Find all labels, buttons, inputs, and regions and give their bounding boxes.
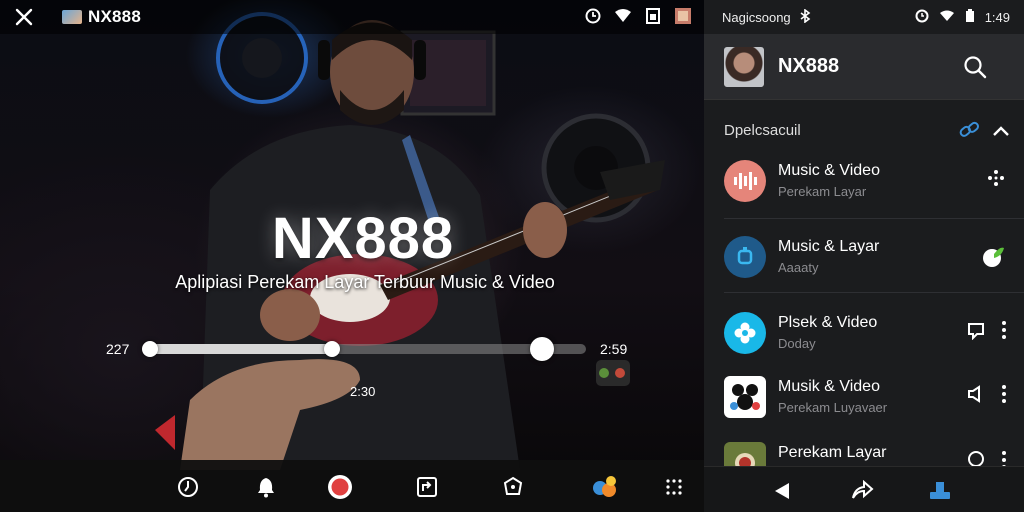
- item-subtitle: Doday: [778, 336, 816, 351]
- item-subtitle: Perekam Layar: [778, 184, 867, 199]
- panel-header: NX888: [704, 34, 1024, 100]
- link-icon[interactable]: [958, 120, 980, 145]
- chat-icon[interactable]: [966, 450, 986, 466]
- battery-icon: [644, 7, 662, 25]
- badge-app-icon: [724, 442, 766, 466]
- panel-title: NX888: [778, 55, 840, 77]
- audio-waveform-icon: [724, 160, 766, 202]
- more-grid-icon[interactable]: [661, 474, 687, 500]
- more-vert-icon[interactable]: [1002, 385, 1006, 408]
- list-item[interactable]: Musik & Video Perekam Luyavaer: [704, 366, 1024, 438]
- item-title: Music & Layar: [778, 238, 880, 255]
- download-tray-icon[interactable]: [928, 479, 952, 503]
- item-subtitle: Aaaaty: [778, 260, 819, 275]
- clock: 1:49: [984, 10, 1010, 25]
- seek-progress: [148, 344, 332, 354]
- effects-icon[interactable]: [500, 474, 526, 500]
- share-icon[interactable]: [850, 479, 874, 503]
- divider: [724, 218, 1024, 219]
- item-title: Music & Video: [778, 162, 880, 179]
- battery-icon: [965, 9, 975, 26]
- collapse-chevron-icon[interactable]: [992, 124, 1010, 142]
- message-icon[interactable]: [966, 320, 986, 345]
- app-thumbnail-icon: [62, 10, 82, 24]
- timer-icon[interactable]: [175, 474, 201, 500]
- more-vert-icon[interactable]: [1002, 321, 1006, 344]
- wifi-icon: [939, 10, 955, 25]
- hover-time: 2:30: [350, 384, 376, 399]
- avatar[interactable]: [724, 46, 764, 87]
- divider: [724, 292, 1024, 293]
- item-title: Plsek & Video: [778, 314, 878, 331]
- bluetooth-icon: [799, 7, 811, 26]
- item-subtitle: Perekam Luyavaer: [778, 400, 888, 415]
- list-item[interactable]: Perekam Layar: [704, 432, 1024, 466]
- item-title: Perekam Layar: [778, 444, 887, 461]
- flower-app-icon: [724, 312, 766, 354]
- panel-status-bar: Nagicsoong 1:49: [704, 0, 1024, 34]
- bell-icon[interactable]: [253, 474, 279, 500]
- status-label: Nagicsoong: [722, 9, 791, 25]
- panda-app-icon: [724, 376, 766, 418]
- section-header[interactable]: Dpelcsacuil: [704, 110, 1024, 150]
- close-icon[interactable]: [0, 0, 48, 34]
- player-toolbar: [0, 460, 704, 512]
- total-time: 2:59: [600, 341, 628, 357]
- alarm-icon: [584, 7, 602, 25]
- speaker-icon[interactable]: [966, 384, 986, 409]
- panel-nav-bar: [704, 466, 1024, 512]
- seek-bar[interactable]: 227 2:59: [100, 337, 640, 362]
- record-app-icon: [724, 236, 766, 278]
- seek-end-handle[interactable]: [530, 337, 555, 361]
- record-button[interactable]: [327, 474, 353, 500]
- seek-start-handle[interactable]: [142, 341, 158, 357]
- list-item[interactable]: Music & Layar Aaaaty: [704, 226, 1024, 298]
- video-overlay-title: NX888: [271, 206, 455, 271]
- seek-track[interactable]: [142, 337, 586, 361]
- back-triangle-icon[interactable]: [770, 479, 794, 503]
- gallery-icon: [674, 7, 692, 25]
- video-overlay-subtitle: Aplipiasi Perekam Layar Terbuur Music & …: [175, 272, 555, 292]
- apps-color-icon[interactable]: [592, 474, 618, 500]
- section-label: Dpelcsacuil: [724, 121, 801, 139]
- side-panel: Nagicsoong 1:49 NX888 Dpelcsacuil Music …: [704, 0, 1024, 512]
- more-vert-icon[interactable]: [1002, 451, 1006, 466]
- item-title: Musik & Video: [778, 378, 880, 395]
- seek-progress-handle[interactable]: [323, 341, 340, 357]
- player-status-icons: [584, 7, 692, 25]
- alarm-icon: [915, 9, 929, 26]
- leaf-toggle-icon[interactable]: [980, 244, 1006, 275]
- list-item[interactable]: Music & Video Perekam Layar: [704, 150, 1024, 222]
- list-item[interactable]: Plsek & Video Doday: [704, 302, 1024, 374]
- video-player[interactable]: NX888 NX888 Aplipiasi Perekam Layar Terb…: [0, 0, 704, 512]
- wifi-icon: [614, 7, 632, 25]
- crop-icon[interactable]: [414, 474, 440, 500]
- sparkle-icon[interactable]: [986, 168, 1006, 193]
- app-list: Music & Video Perekam Layar Music & Laya…: [704, 150, 1024, 466]
- elapsed-time: 227: [106, 341, 130, 357]
- player-app-name: NX888: [88, 7, 141, 26]
- search-icon[interactable]: [962, 54, 988, 80]
- player-top-bar: NX888: [0, 0, 704, 34]
